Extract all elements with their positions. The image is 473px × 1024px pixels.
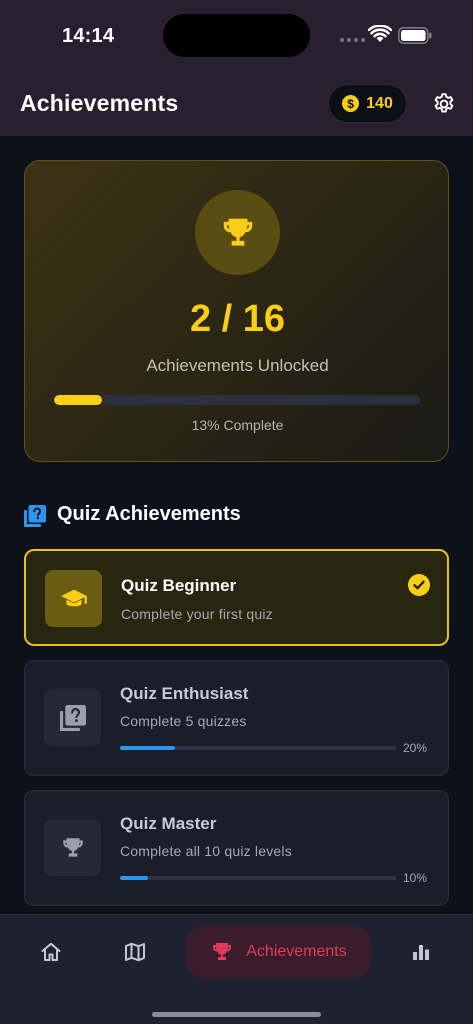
achievement-icon-tile [45, 570, 102, 627]
achievement-description: Complete all 10 quiz levels [120, 843, 292, 859]
achievement-card-quiz-beginner[interactable]: Quiz Beginner Complete your first quiz [24, 549, 449, 646]
home-icon [41, 942, 61, 961]
page-title: Achievements [20, 90, 179, 116]
overall-progress-fill [54, 395, 102, 405]
nav-stats-button[interactable] [406, 937, 436, 967]
checkmark-icon [408, 574, 430, 596]
section-title: Quiz Achievements [57, 503, 241, 525]
achievement-progress-bar [120, 876, 396, 880]
nav-achievements-label: Achievements [246, 943, 347, 960]
map-icon [125, 942, 145, 962]
app-header: 14:14 Achievements $ 140 [0, 0, 473, 136]
achievement-title: Quiz Enthusiast [120, 684, 249, 703]
nav-achievements-button[interactable]: Achievements [186, 926, 371, 978]
achievement-icon-tile [44, 689, 101, 746]
home-indicator [152, 1012, 321, 1017]
bar-chart-icon [413, 945, 429, 960]
bottom-navigation: Achievements [0, 914, 473, 1024]
trophy-icon [62, 837, 83, 857]
achievement-icon-tile [44, 819, 101, 876]
unlocked-label: Achievements Unlocked [146, 356, 329, 375]
trophy-icon [223, 218, 252, 246]
coin-balance[interactable]: $ 140 [328, 84, 407, 123]
achievement-card-quiz-master[interactable]: Quiz Master Complete all 10 quiz levels … [24, 790, 449, 906]
coin-count: 140 [366, 94, 393, 112]
trophy-icon [213, 943, 232, 960]
nav-map-button[interactable] [120, 937, 150, 967]
status-time: 14:14 [62, 25, 115, 47]
nav-home-button[interactable] [36, 937, 66, 967]
quiz-section-icon [24, 505, 46, 527]
achievement-summary-card: 2 / 16 Achievements Unlocked 13% Complet… [24, 160, 449, 462]
settings-gear-icon[interactable] [432, 92, 456, 116]
achievements-screen: 14:14 Achievements $ 140 2 / 16 Achievem… [0, 0, 473, 1024]
achievement-card-quiz-enthusiast[interactable]: Quiz Enthusiast Complete 5 quizzes 20% [24, 660, 449, 776]
coin-icon: $ [342, 95, 360, 112]
unlocked-count: 2 / 16 [189, 298, 286, 340]
achievement-description: Complete your first quiz [121, 606, 273, 622]
achievement-progress-bar [120, 746, 396, 750]
overall-percent: 13% Complete [191, 417, 284, 433]
cellular-signal-icon [340, 38, 365, 42]
battery-icon [398, 27, 432, 44]
achievement-progress-fill [120, 746, 176, 750]
dynamic-island [163, 14, 310, 57]
achievement-title: Quiz Beginner [121, 576, 237, 595]
achievement-percent: 20% [403, 741, 428, 755]
achievement-progress-fill [120, 876, 148, 880]
quiz-question-icon [59, 704, 86, 731]
wifi-icon [368, 25, 392, 42]
trophy-badge [195, 190, 280, 275]
achievement-percent: 10% [403, 871, 428, 885]
graduation-cap-icon [60, 589, 87, 606]
achievement-title: Quiz Master [120, 814, 217, 833]
overall-progress-bar [54, 395, 420, 405]
achievement-description: Complete 5 quizzes [120, 713, 247, 729]
